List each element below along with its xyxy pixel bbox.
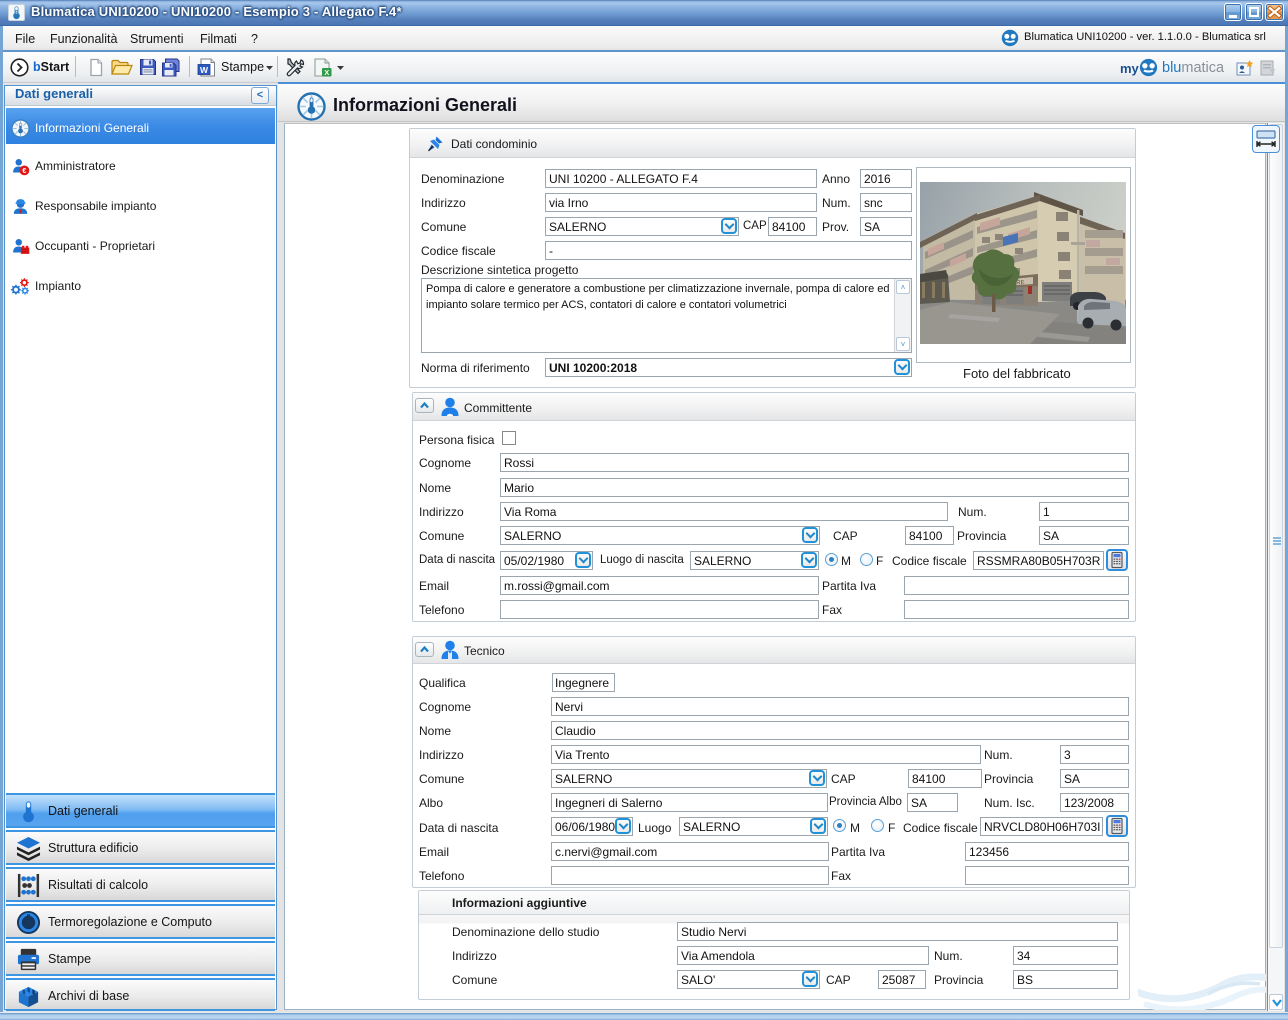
svg-text:W: W xyxy=(200,65,209,75)
svg-text:X: X xyxy=(324,68,329,77)
svg-text:€: € xyxy=(22,168,26,175)
